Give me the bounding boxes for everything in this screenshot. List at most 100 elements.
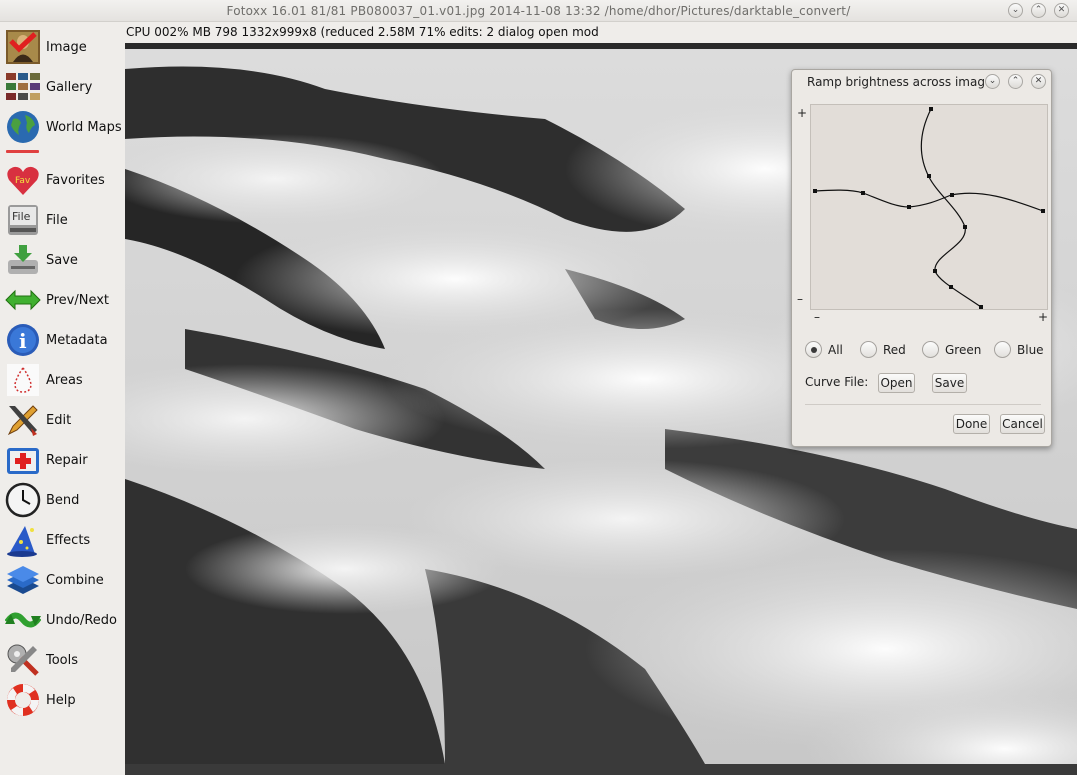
sidebar-item-help[interactable]: Help: [0, 680, 125, 720]
sidebar-item-label: Areas: [46, 372, 83, 388]
window-title: Fotoxx 16.01 81/81 PB080037_01.v01.jpg 2…: [226, 4, 851, 18]
curve-node: [950, 193, 954, 197]
radio-red-indicator[interactable]: [860, 341, 877, 358]
save-drive-icon: [5, 242, 41, 278]
double-arrow-icon: [5, 282, 41, 318]
window-close-button[interactable]: ✕: [1054, 3, 1069, 18]
sidebar-item-label: File: [46, 212, 68, 228]
svg-text:File: File: [12, 210, 31, 223]
curve-node: [1041, 209, 1045, 213]
axis-plus-bottom: +: [1038, 310, 1049, 324]
radio-blue-indicator[interactable]: [994, 341, 1011, 358]
open-button[interactable]: Open: [878, 373, 915, 393]
radio-red[interactable]: Red: [860, 341, 906, 358]
sidebar-item-edit[interactable]: Edit: [0, 400, 125, 440]
curve-node: [813, 189, 817, 193]
lifebuoy-icon: [5, 682, 41, 718]
curve-editor[interactable]: [810, 104, 1048, 310]
axis-minus-bottom: –: [814, 310, 820, 324]
sidebar-item-undo-redo[interactable]: Undo/Redo: [0, 600, 125, 640]
sidebar-item-label: Save: [46, 252, 78, 268]
radio-green-indicator[interactable]: [922, 341, 939, 358]
lasso-icon: [5, 362, 41, 398]
radio-blue[interactable]: Blue: [994, 341, 1044, 358]
layers-icon: [5, 562, 41, 598]
dialog-title: Ramp brightness across image: [807, 75, 993, 89]
svg-text:i: i: [19, 329, 27, 353]
sidebar-item-label: Help: [46, 692, 76, 708]
cancel-button[interactable]: Cancel: [1000, 414, 1045, 434]
sidebar-item-areas[interactable]: Areas: [0, 360, 125, 400]
sidebar-item-label: Combine: [46, 572, 104, 588]
sidebar-item-file[interactable]: File File: [0, 200, 125, 240]
sidebar-item-gallery[interactable]: Gallery: [0, 67, 125, 107]
axis-minus-left: –: [797, 292, 803, 306]
sidebar-item-combine[interactable]: Combine: [0, 560, 125, 600]
app-window: Fotoxx 16.01 81/81 PB080037_01.v01.jpg 2…: [0, 0, 1077, 775]
sidebar-item-prev-next[interactable]: Prev/Next: [0, 280, 125, 320]
vertical-curve: [920, 108, 982, 308]
curve-node: [949, 285, 953, 289]
sidebar-menu: Image Gallery World Maps Fav Favorites F…: [0, 22, 125, 775]
file-drive-icon: File: [5, 202, 41, 238]
sidebar-item-world-maps[interactable]: World Maps: [0, 107, 125, 147]
heart-fav-icon: Fav: [5, 162, 41, 198]
radio-all[interactable]: All: [805, 341, 843, 358]
sidebar-item-label: Effects: [46, 532, 91, 548]
horizontal-curve: [814, 189, 1044, 212]
dialog-separator: [805, 404, 1041, 405]
sidebar-item-label: Metadata: [46, 332, 108, 348]
curve-node: [963, 225, 967, 229]
save-button[interactable]: Save: [932, 373, 967, 393]
sidebar-item-label: Image: [46, 39, 87, 55]
svg-text:Fav: Fav: [15, 176, 31, 186]
sidebar-item-image[interactable]: Image: [0, 27, 125, 67]
radio-green[interactable]: Green: [922, 341, 981, 358]
radio-all-label: All: [828, 342, 843, 357]
gallery-grid-icon: [5, 69, 41, 105]
curve-node: [929, 107, 933, 111]
title-bar[interactable]: Fotoxx 16.01 81/81 PB080037_01.v01.jpg 2…: [0, 0, 1077, 22]
clock-icon: [5, 482, 41, 518]
globe-icon: [5, 109, 41, 145]
status-bar: CPU 002% MB 798 1332x999x8 (reduced 2.58…: [126, 25, 599, 39]
curve-node: [907, 205, 911, 209]
dialog-maximize-button[interactable]: ⌃: [1008, 74, 1023, 89]
curve-node: [933, 269, 937, 273]
radio-red-label: Red: [883, 342, 906, 357]
sidebar-item-label: Edit: [46, 412, 72, 428]
sidebar-item-save[interactable]: Save: [0, 240, 125, 280]
dialog-close-button[interactable]: ✕: [1031, 74, 1046, 89]
sidebar-item-favorites[interactable]: Fav Favorites: [0, 160, 125, 200]
sidebar-item-label: Prev/Next: [46, 292, 110, 308]
sidebar-separator: [6, 150, 39, 153]
sidebar-item-label: Undo/Redo: [46, 612, 117, 628]
first-aid-icon: [5, 442, 41, 478]
window-minimize-button[interactable]: ⌄: [1008, 3, 1023, 18]
sidebar-item-label: Gallery: [46, 79, 93, 95]
curve-node: [927, 174, 931, 178]
curve-node: [861, 191, 865, 195]
window-maximize-button[interactable]: ⌃: [1031, 3, 1046, 18]
sidebar-item-label: Repair: [46, 452, 88, 468]
done-button[interactable]: Done: [953, 414, 990, 434]
radio-blue-label: Blue: [1017, 342, 1044, 357]
undo-redo-icon: [5, 602, 41, 638]
sidebar-item-bend[interactable]: Bend: [0, 480, 125, 520]
sidebar-item-label: Bend: [46, 492, 80, 508]
sidebar-item-label: Tools: [46, 652, 79, 668]
sidebar-item-effects[interactable]: Effects: [0, 520, 125, 560]
curve-file-label: Curve File:: [805, 375, 869, 389]
radio-all-indicator[interactable]: [805, 341, 822, 358]
sidebar-item-label: Favorites: [46, 172, 105, 188]
mona-lisa-icon: [5, 29, 41, 65]
tools-icon: [5, 642, 41, 678]
image-bottom-bar: [125, 764, 1077, 775]
sidebar-item-metadata[interactable]: i Metadata: [0, 320, 125, 360]
pencil-brush-icon: [5, 402, 41, 438]
sidebar-item-label: World Maps: [46, 119, 122, 135]
sidebar-item-repair[interactable]: Repair: [0, 440, 125, 480]
sidebar-item-tools[interactable]: Tools: [0, 640, 125, 680]
wizard-hat-icon: [5, 522, 41, 558]
dialog-minimize-button[interactable]: ⌄: [985, 74, 1000, 89]
